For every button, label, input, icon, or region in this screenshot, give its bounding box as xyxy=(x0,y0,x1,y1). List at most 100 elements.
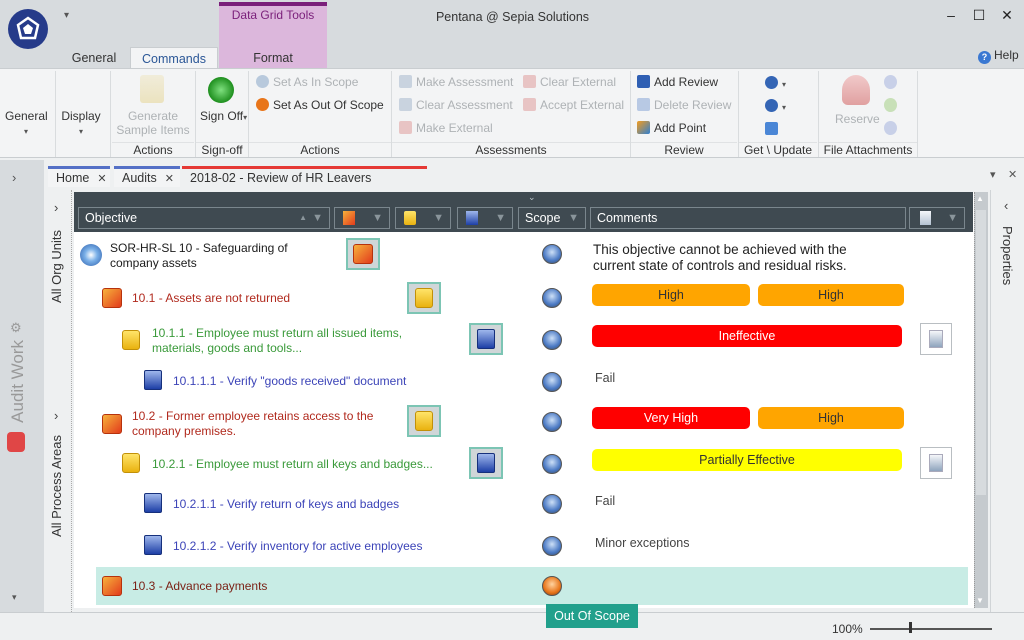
tab-general[interactable]: General xyxy=(62,47,126,69)
minimize-button[interactable]: – xyxy=(940,6,962,24)
filter-icon[interactable]: ▼ xyxy=(495,208,506,228)
filter-icon[interactable]: ▼ xyxy=(433,208,444,228)
sign-off-button[interactable]: Sign Off▾ xyxy=(200,109,247,125)
app-logo[interactable] xyxy=(8,9,48,49)
in-scope-icon[interactable] xyxy=(542,288,562,308)
display-menu-button[interactable]: Display ▾ xyxy=(60,109,102,137)
display-label: Display xyxy=(61,109,101,123)
reserve-button[interactable]: Reserve xyxy=(835,112,880,126)
update-button[interactable]: ▾ xyxy=(765,99,786,113)
column-header-control[interactable]: ▼ xyxy=(395,207,451,229)
in-scope-icon[interactable] xyxy=(542,372,562,392)
table-row-selected[interactable]: 10.3 - Advance payments xyxy=(96,567,968,605)
attachment-add-icon[interactable] xyxy=(884,98,897,112)
zoom-slider-thumb[interactable] xyxy=(909,622,912,633)
close-icon[interactable]: ✕ xyxy=(165,173,174,185)
close-icon[interactable]: ✕ xyxy=(97,173,106,185)
set-out-of-scope-button[interactable]: Set As Out Of Scope xyxy=(256,98,384,112)
doc-tab-review[interactable]: 2018-02 - Review of HR Leavers process✕ xyxy=(182,166,427,204)
sort-asc-icon[interactable]: ▲ xyxy=(299,208,307,228)
table-row[interactable]: 10.2 - Former employee retains access to… xyxy=(74,402,968,442)
column-header-attachment[interactable]: ▼ xyxy=(909,207,965,229)
risk-cell[interactable] xyxy=(346,238,380,270)
all-process-areas-filter[interactable]: All Process Areas xyxy=(49,435,64,537)
expand-properties-chevron-icon[interactable]: ‹ xyxy=(1004,198,1008,213)
table-row[interactable]: 10.1 - Assets are not returned High High xyxy=(74,280,968,318)
table-row[interactable]: 10.2.1 - Employee must return all keys a… xyxy=(74,444,968,484)
audit-work-label[interactable]: Audit Work xyxy=(8,340,28,423)
test-cell[interactable] xyxy=(469,323,503,355)
gear-icon[interactable]: ⚙ xyxy=(10,320,22,336)
delete-review-button[interactable]: Delete Review xyxy=(637,98,731,112)
column-header-objective[interactable]: Objective ▲ ▼ xyxy=(78,207,330,229)
tab-format[interactable]: Format xyxy=(219,47,327,69)
set-in-scope-button[interactable]: Set As In Scope xyxy=(256,75,358,89)
scroll-down-icon[interactable]: ▼ xyxy=(976,596,984,605)
control-cell[interactable] xyxy=(407,405,441,437)
table-row[interactable]: SOR-HR-SL 10 - Safeguarding of company as… xyxy=(74,236,968,278)
column-header-comments[interactable]: Comments xyxy=(590,207,906,229)
in-scope-icon[interactable] xyxy=(542,454,562,474)
process-areas-chevron-icon[interactable]: › xyxy=(54,408,58,423)
accept-external-button[interactable]: Accept External xyxy=(523,98,624,112)
add-review-button[interactable]: Add Review xyxy=(637,75,718,89)
all-org-units-filter[interactable]: All Org Units xyxy=(49,230,64,303)
add-point-button[interactable]: Add Point xyxy=(637,121,706,135)
chevron-down-icon[interactable]: ▾ xyxy=(12,592,17,603)
expand-chevron-icon[interactable]: › xyxy=(12,170,16,185)
control-cell[interactable] xyxy=(407,282,441,314)
group-label-sign-off: Sign-off xyxy=(196,142,248,157)
in-scope-icon xyxy=(256,75,269,88)
in-scope-icon[interactable] xyxy=(542,536,562,556)
scrollbar-thumb[interactable] xyxy=(976,210,986,495)
filter-icon[interactable]: ▼ xyxy=(568,208,579,228)
scroll-up-icon[interactable]: ▲ xyxy=(976,194,984,203)
test-result: Fail xyxy=(595,494,616,508)
quick-access-dropdown-icon[interactable]: ▾ xyxy=(64,10,69,21)
make-external-button[interactable]: Make External xyxy=(399,121,493,135)
doc-tab-audits[interactable]: Audits ✕ xyxy=(114,166,180,187)
risk-name: 10.3 - Advance payments xyxy=(132,579,268,593)
attachment-remove-icon[interactable] xyxy=(884,121,897,135)
properties-panel-tab[interactable]: Properties xyxy=(1000,226,1015,285)
filter-icon[interactable]: ▼ xyxy=(312,208,323,228)
help-button[interactable]: ? Help xyxy=(978,48,1019,64)
tab-list-dropdown-icon[interactable]: ▾ xyxy=(990,168,996,181)
attachment-icon[interactable] xyxy=(884,75,897,89)
get-button[interactable]: ▾ xyxy=(765,76,786,90)
clear-assessment-label: Clear Assessment xyxy=(416,98,513,112)
test-result: Minor exceptions xyxy=(595,536,690,550)
table-row[interactable]: 10.1.1 - Employee must return all issued… xyxy=(74,320,968,360)
column-header-risk[interactable]: ▼ xyxy=(334,207,390,229)
attachment-button[interactable] xyxy=(920,447,952,479)
out-of-scope-icon[interactable] xyxy=(542,576,562,596)
attachment-button[interactable] xyxy=(920,323,952,355)
in-scope-icon[interactable] xyxy=(542,494,562,514)
table-row[interactable]: 10.2.1.1 - Verify return of keys and bad… xyxy=(74,486,968,524)
column-header-test[interactable]: ▼ xyxy=(457,207,513,229)
group-panel-chevron-icon[interactable]: ⌄ xyxy=(528,192,536,203)
table-row[interactable]: 10.1.1.1 - Verify "goods received" docum… xyxy=(74,362,968,400)
in-scope-icon[interactable] xyxy=(542,412,562,432)
test-cell[interactable] xyxy=(469,447,503,479)
close-panel-icon[interactable]: ✕ xyxy=(1008,168,1017,181)
zoom-slider[interactable] xyxy=(870,628,992,630)
in-scope-icon[interactable] xyxy=(542,330,562,350)
org-units-chevron-icon[interactable]: › xyxy=(54,200,58,215)
tab-commands[interactable]: Commands xyxy=(130,47,218,69)
in-scope-icon[interactable] xyxy=(542,244,562,264)
clear-assessment-button[interactable]: Clear Assessment xyxy=(399,98,513,112)
make-assessment-button[interactable]: Make Assessment xyxy=(399,75,513,89)
column-header-scope[interactable]: Scope ▼ xyxy=(518,207,586,229)
clear-external-button[interactable]: Clear External xyxy=(523,75,616,89)
close-button[interactable]: ✕ xyxy=(996,6,1018,24)
filter-icon[interactable]: ▼ xyxy=(372,208,383,228)
generate-sample-items-button[interactable]: Generate Sample Items xyxy=(113,109,193,137)
sync-button[interactable] xyxy=(765,122,782,136)
filter-icon[interactable]: ▼ xyxy=(947,208,958,228)
maximize-button[interactable]: ☐ xyxy=(968,6,990,24)
control-name: 10.2.1 - Employee must return all keys a… xyxy=(152,457,433,471)
general-menu-button[interactable]: General ▾ xyxy=(5,109,48,137)
doc-tab-home[interactable]: Home ✕ xyxy=(48,166,110,187)
table-row[interactable]: 10.2.1.2 - Verify inventory for active e… xyxy=(74,526,968,566)
